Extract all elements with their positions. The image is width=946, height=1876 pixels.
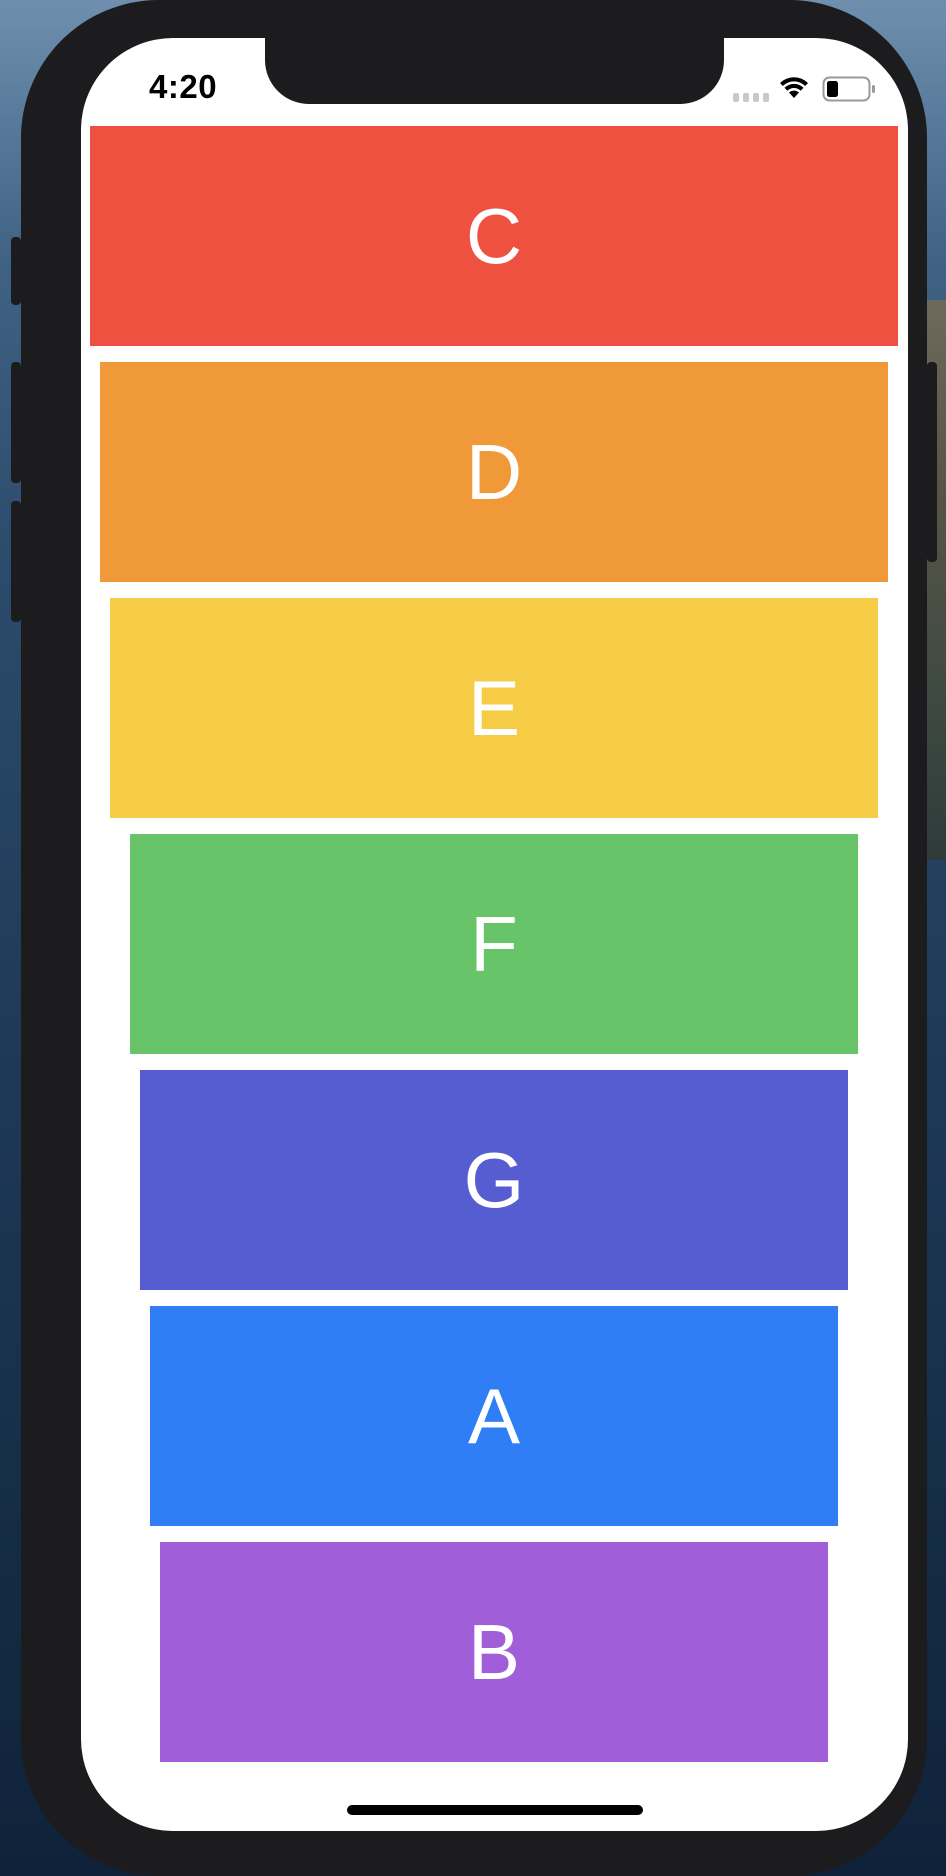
list-item[interactable]: C xyxy=(90,126,898,346)
list-item-label: D xyxy=(465,427,523,516)
device-frame: 4:20 C D E F G A B xyxy=(11,0,937,1876)
battery-icon xyxy=(822,76,875,102)
mute-switch xyxy=(11,237,21,305)
list-item-label: F xyxy=(470,899,518,988)
list-item-label: G xyxy=(463,1135,525,1224)
status-time: 4:20 xyxy=(149,68,218,105)
list-item-label: A xyxy=(467,1371,521,1460)
list-item[interactable]: G xyxy=(140,1070,848,1290)
notch xyxy=(265,38,724,104)
phone-screen: 4:20 C D E F G A B xyxy=(81,38,908,1831)
list-item[interactable]: D xyxy=(100,362,888,582)
list-item[interactable]: F xyxy=(130,834,858,1054)
list-item[interactable]: B xyxy=(160,1542,828,1762)
cellular-signal-icon xyxy=(733,93,769,102)
power-button xyxy=(927,362,937,562)
list-item-label: C xyxy=(465,191,523,280)
home-indicator[interactable] xyxy=(347,1805,643,1815)
volume-down-button xyxy=(11,501,21,622)
list-item-label: B xyxy=(467,1607,521,1696)
volume-up-button xyxy=(11,362,21,483)
list-item[interactable]: E xyxy=(110,598,878,818)
list-item[interactable]: A xyxy=(150,1306,838,1526)
list-item-label: E xyxy=(467,663,521,752)
wifi-icon xyxy=(780,77,808,98)
